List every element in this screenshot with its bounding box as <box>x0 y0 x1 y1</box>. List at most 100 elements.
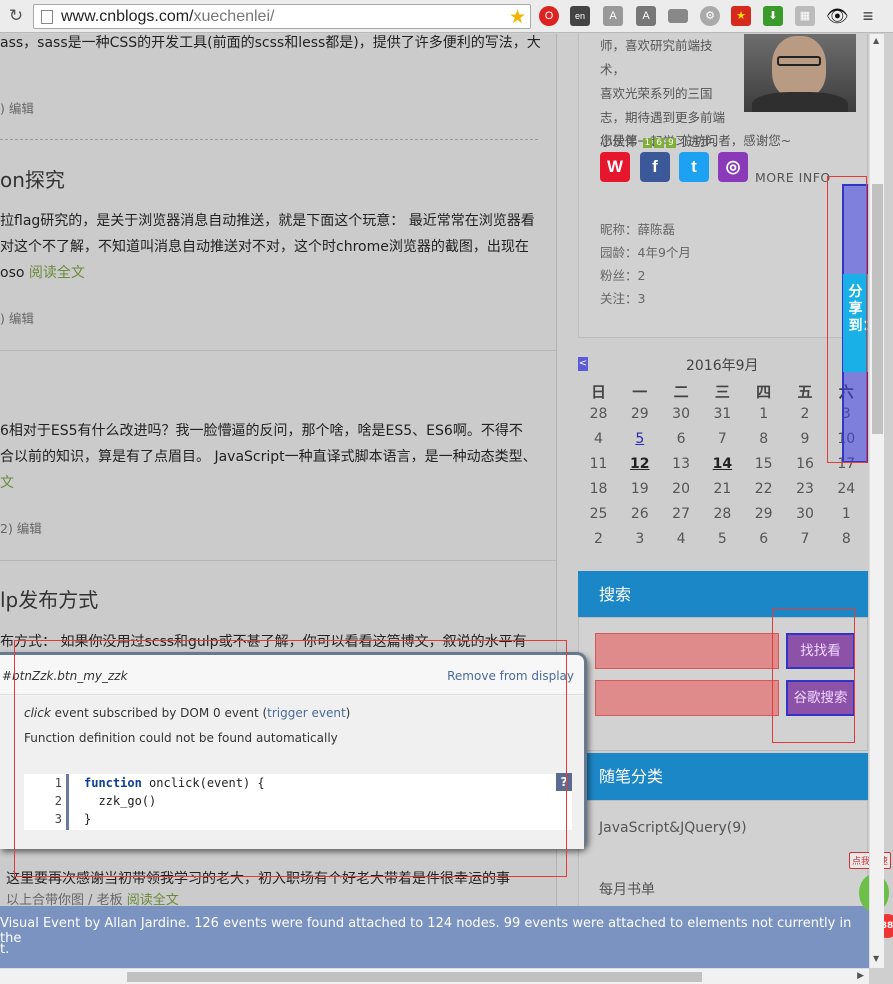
calendar-day: 11 <box>589 456 608 472</box>
fans-link[interactable]: 粉丝：2 <box>600 264 691 287</box>
calendar-day: 1 <box>759 406 769 422</box>
download-icon[interactable]: ⬇ <box>763 6 783 26</box>
post-excerpt: oso <box>0 265 25 281</box>
eye-icon[interactable]: 👁 <box>826 6 849 26</box>
calendar-day: 18 <box>589 481 608 497</box>
calendar-day[interactable]: 12 <box>619 456 660 472</box>
post-meta: ) 编辑 <box>0 98 557 117</box>
read-more-link[interactable]: 文 <box>0 475 14 491</box>
calendar-day: 29 <box>630 406 649 422</box>
calendar-day[interactable]: 5 <box>619 431 660 447</box>
google-search-input[interactable] <box>595 680 779 716</box>
calendar-day: 30 <box>796 506 814 522</box>
post-excerpt-block: 6相对于ES5有什么改进吗？我一脸懵逼的反问，那个啥，啥是ES5、ES6啊。不得… <box>0 418 557 496</box>
post-title[interactable]: on探究 <box>0 164 557 193</box>
calendar-week-row: 2 3 4 5 6 7 8 <box>578 531 868 556</box>
post-excerpt: 对这个不了解，不知道叫消息自动推送对不对，这个时chrome浏览器的截图，出现在 <box>0 239 529 255</box>
edit-link[interactable]: ) 编辑 <box>0 101 34 116</box>
calendar-day: 25 <box>589 506 608 522</box>
calendar-day: 23 <box>796 481 814 497</box>
highlight-outline <box>772 608 855 743</box>
calendar-day: 1 <box>841 506 851 522</box>
grid-icon[interactable]: ▦ <box>795 6 815 26</box>
nickname-link[interactable]: 昵称：薛陈磊 <box>600 218 691 241</box>
bookmark-star-icon[interactable]: ★ <box>509 6 526 28</box>
translate-icon[interactable]: en <box>570 6 590 26</box>
read-more-link[interactable]: 阅读全文 <box>29 265 85 281</box>
calendar-day: 7 <box>800 531 810 547</box>
calendar-day: 2 <box>594 531 603 547</box>
follow-link[interactable]: 关注：3 <box>600 287 691 310</box>
blog-age[interactable]: 园龄：4年9个月 <box>600 241 691 264</box>
scroll-right-icon[interactable]: ▶ <box>857 971 864 981</box>
categories-panel-title: 随笔分类 <box>578 753 868 800</box>
calendar-day: 5 <box>717 531 727 547</box>
post-excerpt: ass，sass是一种CSS的开发工具(前面的scss和less都是)，提供了许… <box>0 35 541 51</box>
visitor-prefix: 您是第 <box>600 133 638 148</box>
folder-icon[interactable] <box>668 9 688 23</box>
gear-icon[interactable]: ⚙ <box>700 6 720 26</box>
visitor-counter: 您是第 169 位访问者，感谢您~ <box>600 130 791 149</box>
calendar-week-row: 18 19 20 21 22 23 24 <box>578 481 868 506</box>
angular-icon[interactable]: A <box>603 6 623 26</box>
calendar-day: 7 <box>717 431 727 447</box>
calendar-day: 28 <box>589 406 608 422</box>
angular-alt-icon[interactable]: A <box>636 6 656 26</box>
post-excerpt: 拉flag研究的，是关于浏览器消息自动推送，就是下面这个玩意： 最近常常在浏览器… <box>0 213 535 229</box>
post-meta: ) 编辑 <box>0 308 557 327</box>
calendar-day: 3 <box>635 531 645 547</box>
calendar-weekday: 四 <box>756 383 772 401</box>
category-link[interactable]: JavaScript&JQuery(9) <box>599 820 747 836</box>
scroll-thumb[interactable] <box>872 184 883 434</box>
opera-icon[interactable]: O <box>539 6 559 26</box>
calendar-day: 2 <box>800 406 810 422</box>
calendar-day: 13 <box>672 456 690 472</box>
calendar-prev-button[interactable]: < <box>578 357 588 371</box>
calendar-day: 9 <box>800 431 810 447</box>
scroll-up-icon[interactable]: ▲ <box>873 36 879 45</box>
twitter-icon[interactable]: t <box>679 152 709 182</box>
calendar-day: 24 <box>837 481 856 497</box>
post-item: lp发布方式 <box>0 584 557 613</box>
address-bar[interactable]: www.cnblogs.com/xuechenlei/ ★ <box>33 4 531 29</box>
china-flag-icon[interactable]: ★ <box>731 6 751 26</box>
calendar-day: 4 <box>676 531 686 547</box>
divider <box>0 560 557 561</box>
calendar-weekday: 五 <box>797 383 813 401</box>
scroll-down-icon[interactable]: ▼ <box>873 954 879 963</box>
post-excerpt: 6相对于ES5有什么改进吗？我一脸懵逼的反问，那个啥，啥是ES5、ES6啊。不得… <box>0 423 523 439</box>
vertical-scrollbar[interactable]: ▲ ▼ <box>869 34 884 968</box>
search-input[interactable] <box>595 633 779 669</box>
menu-icon[interactable]: ≡ <box>858 6 878 26</box>
scroll-thumb[interactable] <box>127 972 702 982</box>
highlight-outline <box>14 640 567 877</box>
more-info-link[interactable]: MORE INFO <box>755 170 831 185</box>
calendar-day: 21 <box>713 481 732 497</box>
calendar-day: 30 <box>672 406 690 422</box>
profile-line: 师，喜欢研究前端技术， <box>600 38 713 77</box>
calendar-weekday: 日 <box>590 383 606 401</box>
edit-link[interactable]: 2) 编辑 <box>0 521 42 536</box>
page-icon <box>41 10 53 24</box>
visitor-suffix: 位访问者，感谢您~ <box>680 133 792 148</box>
instagram-icon[interactable]: ◎ <box>718 152 748 182</box>
url-host: www.cnblogs.com/ <box>61 8 194 25</box>
horizontal-scrollbar[interactable]: ▶ <box>0 968 869 984</box>
post-item: on探究 <box>0 164 557 193</box>
status-text: Visual Event by Allan Jardine. 126 event… <box>0 916 852 946</box>
url-text[interactable]: www.cnblogs.com/xuechenlei/ <box>61 8 274 26</box>
calendar-weekday: 三 <box>714 383 730 401</box>
calendar-day[interactable]: 14 <box>702 456 743 472</box>
reload-icon[interactable]: ↻ <box>6 6 26 26</box>
post-title[interactable]: lp发布方式 <box>0 584 557 613</box>
counter-digit: 1 <box>642 138 653 148</box>
facebook-icon[interactable]: f <box>640 152 670 182</box>
calendar-weekday: 二 <box>673 383 689 401</box>
weibo-icon[interactable]: W <box>600 152 630 182</box>
browser-toolbar: ↻ www.cnblogs.com/xuechenlei/ ★ O en A A… <box>0 0 893 33</box>
profile-info: 昵称：薛陈磊 园龄：4年9个月 粉丝：2 关注：3 <box>600 218 691 310</box>
calendar-title: 2016年9月 <box>686 358 759 374</box>
edit-link[interactable]: ) 编辑 <box>0 311 34 326</box>
calendar-day: 6 <box>676 431 686 447</box>
divider <box>0 139 538 140</box>
